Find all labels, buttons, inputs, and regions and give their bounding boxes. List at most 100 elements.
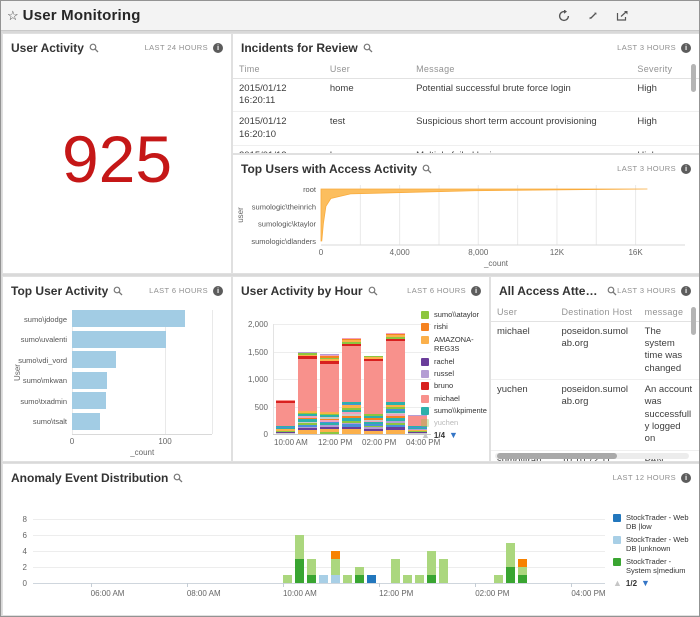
expand-icon[interactable] xyxy=(587,10,599,22)
bar-segment[interactable] xyxy=(320,358,339,360)
bar-segment[interactable] xyxy=(319,575,328,583)
bar-segment[interactable] xyxy=(342,405,361,407)
column-header[interactable]: Time xyxy=(233,61,324,78)
bar-segment[interactable] xyxy=(386,337,405,339)
bar-segment[interactable] xyxy=(342,408,361,410)
bar-segment[interactable] xyxy=(364,422,383,424)
bar-segment[interactable] xyxy=(298,352,317,353)
bar-segment[interactable] xyxy=(342,410,361,412)
bar-segment[interactable] xyxy=(342,414,361,416)
bar-segment[interactable] xyxy=(320,415,339,417)
horizontal-scrollbar-thumb[interactable] xyxy=(497,453,617,459)
bar-segment[interactable] xyxy=(386,411,405,413)
legend-page-down-icon[interactable]: ▼ xyxy=(641,578,650,588)
bar-segment[interactable] xyxy=(386,405,405,407)
bar-segment[interactable] xyxy=(276,427,295,428)
bar[interactable] xyxy=(72,392,106,409)
bar-segment[interactable] xyxy=(386,425,405,427)
bar-segment[interactable] xyxy=(298,359,317,411)
bar-segment[interactable] xyxy=(320,422,339,424)
bar-segment[interactable] xyxy=(298,411,317,413)
bar-segment[interactable] xyxy=(276,431,295,432)
bar-segment[interactable] xyxy=(386,418,405,421)
bar-segment[interactable] xyxy=(364,426,383,428)
bar-segment[interactable] xyxy=(320,419,339,421)
info-icon[interactable]: i xyxy=(213,43,223,53)
legend-item[interactable]: sumo\\ataylor xyxy=(421,310,487,319)
bar-segment[interactable] xyxy=(276,426,295,427)
column-header[interactable]: Severity xyxy=(631,61,699,78)
bar-segment[interactable] xyxy=(506,567,515,583)
bar-segment[interactable] xyxy=(295,535,304,559)
bar-segment[interactable] xyxy=(386,335,405,337)
bar-segment[interactable] xyxy=(355,567,364,575)
bar-segment[interactable] xyxy=(276,400,295,401)
legend-page-up-icon[interactable]: ▲ xyxy=(613,578,622,588)
refresh-icon[interactable] xyxy=(558,10,570,22)
bar[interactable] xyxy=(72,331,166,348)
bar-segment[interactable] xyxy=(386,416,405,418)
area-series[interactable] xyxy=(321,189,647,241)
bar-segment[interactable] xyxy=(331,575,340,583)
bar-segment[interactable] xyxy=(367,575,376,583)
bar-segment[interactable] xyxy=(298,418,317,420)
bar-segment[interactable] xyxy=(298,352,317,353)
bar-segment[interactable] xyxy=(283,575,292,583)
bar-segment[interactable] xyxy=(276,401,295,403)
bar-segment[interactable] xyxy=(386,409,405,411)
bar-segment[interactable] xyxy=(364,418,383,420)
legend-item[interactable]: StockTrader - Web DB |unknown xyxy=(613,535,695,554)
search-icon[interactable] xyxy=(368,286,378,296)
bar[interactable] xyxy=(72,372,107,389)
horizontal-scrollbar-track[interactable] xyxy=(495,453,689,459)
bar-segment[interactable] xyxy=(391,559,400,583)
top-user-activity-bar-chart[interactable]: sumo\jdodgesumo\uvalentisumo\vdi_vordsum… xyxy=(3,304,231,461)
bar-segment[interactable] xyxy=(342,429,361,434)
top-users-area-chart[interactable]: rootsumologic\theinrichsumologic\ktaylor… xyxy=(233,182,699,273)
bar-segment[interactable] xyxy=(320,356,339,357)
bar-segment[interactable] xyxy=(518,575,527,583)
bar-segment[interactable] xyxy=(342,412,361,414)
search-icon[interactable] xyxy=(89,43,99,53)
bar-segment[interactable] xyxy=(342,427,361,429)
bar-segment[interactable] xyxy=(342,346,361,402)
bar-segment[interactable] xyxy=(364,356,383,357)
bar-segment[interactable] xyxy=(342,424,361,426)
bar-segment[interactable] xyxy=(364,421,383,422)
bar-segment[interactable] xyxy=(342,344,361,346)
search-icon[interactable] xyxy=(607,286,617,296)
bar-segment[interactable] xyxy=(342,402,361,404)
bar-segment[interactable] xyxy=(320,427,339,429)
bar-segment[interactable] xyxy=(320,359,339,361)
bar-segment[interactable] xyxy=(331,559,340,575)
bar-segment[interactable] xyxy=(386,421,405,423)
bar-segment[interactable] xyxy=(307,559,316,575)
bar-segment[interactable] xyxy=(320,417,339,418)
export-icon[interactable] xyxy=(616,10,629,22)
bar-segment[interactable] xyxy=(320,364,339,412)
bar-segment[interactable] xyxy=(386,423,405,425)
bar-segment[interactable] xyxy=(320,361,339,363)
bar-segment[interactable] xyxy=(355,575,364,583)
bar-segment[interactable] xyxy=(298,425,317,427)
bar-segment[interactable] xyxy=(386,402,405,404)
bar-segment[interactable] xyxy=(386,427,405,429)
bar-segment[interactable] xyxy=(320,425,339,426)
bar-segment[interactable] xyxy=(343,575,352,583)
bar-segment[interactable] xyxy=(298,419,317,421)
bar-segment[interactable] xyxy=(276,403,295,427)
bar-segment[interactable] xyxy=(386,407,405,409)
bar-segment[interactable] xyxy=(364,429,383,431)
bar-segment[interactable] xyxy=(386,339,405,341)
bar-segment[interactable] xyxy=(427,551,436,575)
bar-segment[interactable] xyxy=(298,416,317,417)
bar-segment[interactable] xyxy=(364,427,383,428)
bar-segment[interactable] xyxy=(298,427,317,428)
bar-segment[interactable] xyxy=(342,421,361,423)
bar-segment[interactable] xyxy=(518,567,527,575)
legend-item[interactable]: AMAZONA-REG3S xyxy=(421,335,487,354)
bar-segment[interactable] xyxy=(364,416,383,418)
bar-segment[interactable] xyxy=(298,422,317,423)
bar-segment[interactable] xyxy=(364,420,383,421)
bar-segment[interactable] xyxy=(342,338,361,339)
